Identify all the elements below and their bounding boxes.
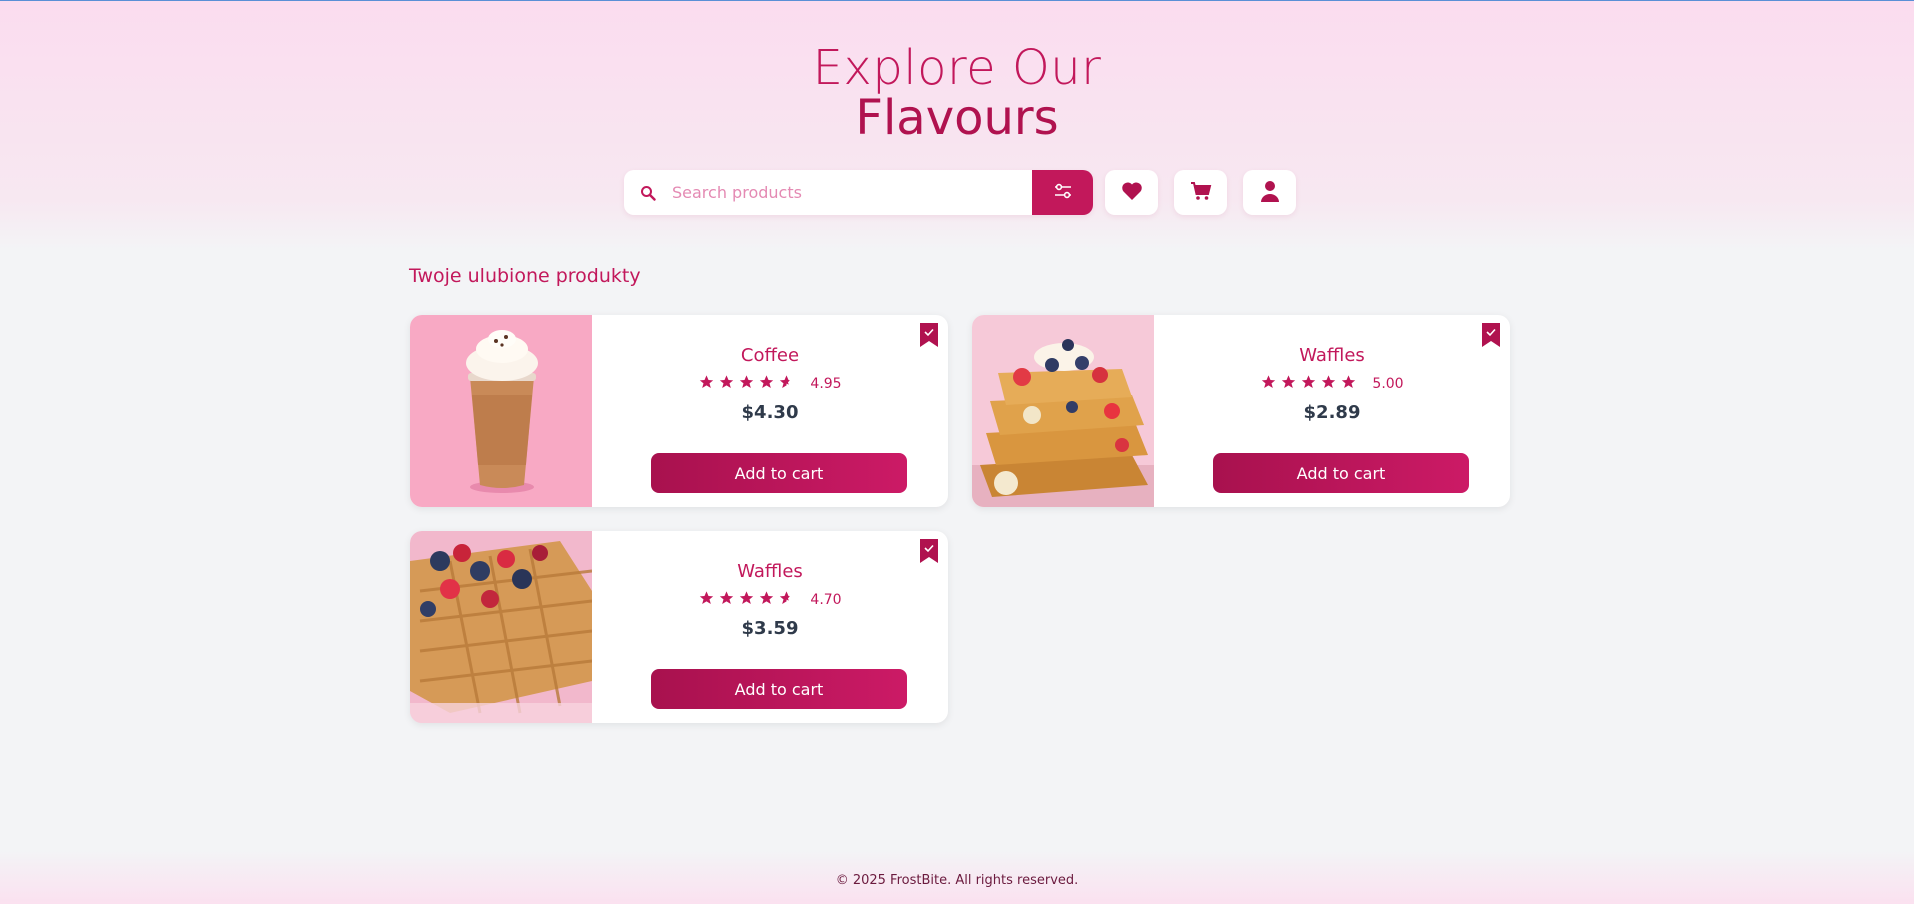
bookmark-check-icon[interactable]: [1482, 323, 1500, 347]
star-icon: [758, 374, 775, 394]
sliders-icon: [1053, 182, 1073, 203]
product-card: Waffles 5.00 $2.89 Add to cart: [972, 315, 1510, 507]
search-bar: [624, 170, 1093, 215]
rating-value: 5.00: [1372, 376, 1404, 392]
product-name: Waffles: [1299, 345, 1365, 366]
rating-value: 4.70: [810, 592, 842, 608]
add-to-cart-button[interactable]: Add to cart: [1213, 453, 1469, 493]
hero-title-line2: Flavours: [855, 90, 1059, 146]
star-icon: [1320, 374, 1337, 394]
footer-copyright: © 2025 FrostBite. All rights reserved.: [835, 873, 1079, 888]
product-name: Waffles: [737, 561, 803, 582]
heart-icon: [1121, 181, 1143, 204]
star-icon: [1340, 374, 1357, 394]
toolbar: [624, 170, 1296, 215]
add-to-cart-button[interactable]: Add to cart: [651, 669, 907, 709]
product-image-waffles[interactable]: [972, 315, 1154, 507]
bookmark-check-icon[interactable]: [920, 539, 938, 563]
product-card: Waffles 4.70 $3.59 Add to cart: [410, 531, 948, 723]
search-input[interactable]: [672, 170, 1032, 215]
star-icon: [698, 374, 715, 394]
star-icon: [758, 590, 775, 610]
section-title: Twoje ulubione produkty: [409, 265, 641, 287]
star-icon: [718, 374, 735, 394]
star-icon: [718, 590, 735, 610]
hero-title-line1: Explore Our: [812, 40, 1102, 96]
cart-icon: [1190, 181, 1212, 204]
product-info: Waffles 5.00 $2.89 Add to cart: [1154, 315, 1510, 507]
rating-value: 4.95: [810, 376, 842, 392]
product-price: $3.59: [741, 618, 799, 639]
product-rating: 4.95: [592, 374, 948, 394]
account-button[interactable]: [1243, 170, 1296, 215]
hero-heading: Explore Our Flavours: [0, 1, 1914, 143]
star-icon: [1280, 374, 1297, 394]
star-icon: [1300, 374, 1317, 394]
search-icon: [624, 185, 672, 201]
product-info: Waffles 4.70 $3.59 Add to cart: [592, 531, 948, 723]
product-name: Coffee: [740, 345, 800, 366]
product-image-waffles[interactable]: [410, 531, 592, 723]
star-half-icon: [778, 374, 795, 394]
product-info: Coffee 4.95 $4.30 Add to cart: [592, 315, 948, 507]
add-to-cart-button[interactable]: Add to cart: [651, 453, 907, 493]
product-image-coffee[interactable]: [410, 315, 592, 507]
star-icon: [738, 374, 755, 394]
product-card: Coffee 4.95 $4.30 Add to cart: [410, 315, 948, 507]
user-icon: [1260, 180, 1280, 205]
product-rating: 4.70: [592, 590, 948, 610]
product-price: $2.89: [1303, 402, 1361, 423]
star-half-icon: [778, 590, 795, 610]
bookmark-check-icon[interactable]: [920, 323, 938, 347]
favorites-button[interactable]: [1105, 170, 1158, 215]
star-icon: [1260, 374, 1277, 394]
cart-button[interactable]: [1174, 170, 1227, 215]
star-icon: [698, 590, 715, 610]
filter-button[interactable]: [1032, 170, 1093, 215]
product-price: $4.30: [741, 402, 799, 423]
star-icon: [738, 590, 755, 610]
product-rating: 5.00: [1154, 374, 1510, 394]
